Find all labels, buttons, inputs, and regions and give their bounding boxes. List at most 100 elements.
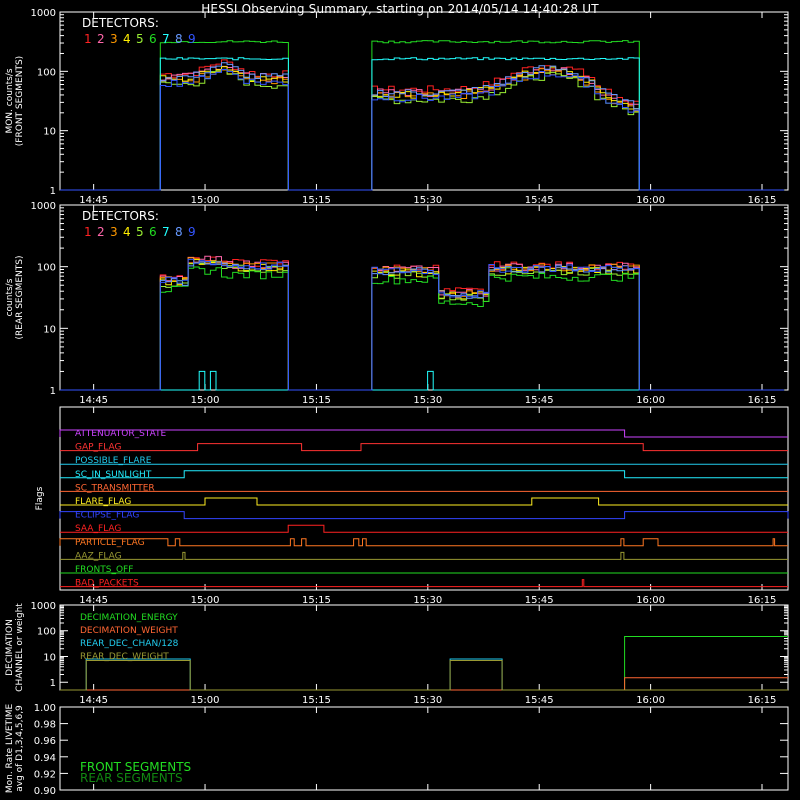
x-tick-label: 15:30	[413, 195, 442, 206]
x-tick-label: 14:45	[79, 595, 108, 606]
y-axis-label: avg of D1,3,4,5,6,9	[15, 705, 25, 792]
x-tick-label: 15:30	[413, 695, 442, 706]
series-line	[60, 59, 785, 191]
summary-chart: 14:45 15:00 15:15 15:30 15:45 16:00 16:15 MON. …	[5, 8, 789, 797]
legend-item: REAR SEGMENTS	[80, 771, 183, 785]
y-axis-label: Flags	[35, 486, 45, 510]
x-tick-label: 15:00	[191, 395, 220, 406]
flag-label: FLARE_FLAG	[75, 497, 131, 507]
flag-line	[59, 538, 788, 547]
flag-line	[60, 524, 788, 533]
legend-item: 3	[110, 225, 118, 239]
y-axis-label: Mon. Rate LIVETIME	[5, 704, 15, 794]
legend-title: DETECTORS:	[82, 16, 159, 30]
legend-item: 5	[136, 32, 144, 46]
flag-line	[60, 470, 788, 479]
y-tick-label: 0.94	[34, 753, 56, 764]
y-tick-label: 100	[37, 263, 56, 274]
flags-panel: 14:45 15:00 15:15 15:30 15:45 16:00 16:15 Flags…	[35, 406, 789, 606]
legend-item: 9	[188, 32, 196, 46]
x-tick-label: 14:45	[79, 195, 108, 206]
y-tick-label: 1	[50, 678, 56, 689]
flag-label: SAA_FLAG	[75, 524, 121, 534]
y-tick-label: 0.92	[34, 769, 56, 780]
x-tick-label: 16:00	[636, 395, 665, 406]
y-axis-label: (REAR SEGMENTS)	[15, 255, 25, 339]
y-tick-label: 1	[50, 186, 56, 197]
flag-label: POSSIBLE_FLARE	[75, 456, 152, 466]
flag-line	[60, 579, 788, 588]
flag-line	[60, 497, 788, 506]
y-axis-label: (FRONT SEGMENTS)	[15, 56, 25, 146]
flag-label: SC_IN_SUNLIGHT	[75, 470, 152, 480]
x-tick-label: 16:00	[636, 695, 665, 706]
flag-label: BAD_PACKETS	[75, 579, 139, 589]
legend-item: 7	[162, 225, 170, 239]
series-line	[60, 677, 788, 691]
flag-line	[59, 429, 788, 438]
series-line	[60, 658, 788, 691]
x-tick-label: 16:00	[636, 595, 665, 606]
x-tick-label: 15:00	[191, 595, 220, 606]
series-line	[60, 266, 785, 391]
flag-line	[60, 443, 788, 452]
x-tick-label: 14:45	[79, 695, 108, 706]
x-tick-label: 15:30	[413, 595, 442, 606]
flag-line	[59, 511, 789, 520]
y-tick-label: 0.96	[34, 736, 56, 747]
legend-item: REAR_DEC_CHAN/128	[80, 639, 179, 649]
legend-item: 6	[149, 225, 157, 239]
series-line	[60, 258, 785, 391]
x-tick-label: 15:45	[525, 595, 554, 606]
legend-title: DETECTORS:	[82, 209, 159, 223]
y-tick-label: 100	[37, 627, 56, 638]
x-tick-label: 16:15	[748, 395, 777, 406]
rear-panel: 14:45 15:00 15:15 15:30 15:45 16:00 16:15 count…	[5, 201, 789, 406]
flag-label: ECLIPSE_FLAG	[75, 511, 139, 521]
y-tick-label: 1	[50, 386, 56, 397]
flags-frame	[59, 406, 789, 591]
y-tick-label: 0.90	[34, 786, 56, 797]
series-line	[60, 62, 785, 191]
legend-item: 4	[123, 225, 131, 239]
legend-item: 2	[97, 225, 105, 239]
x-tick-label: 16:15	[748, 695, 777, 706]
y-tick-label: 1.00	[34, 703, 56, 714]
y-axis-label: CHANNEL or weight	[15, 603, 25, 692]
y-tick-label: 1000	[31, 601, 56, 612]
legend-item: 4	[123, 32, 131, 46]
legend-item: 8	[175, 32, 183, 46]
x-tick-label: 15:00	[191, 695, 220, 706]
y-tick-label: 1000	[31, 201, 56, 212]
x-tick-label: 16:00	[636, 195, 665, 206]
series-line	[60, 259, 785, 391]
y-tick-label: 10	[43, 324, 56, 335]
series-line	[60, 65, 785, 191]
y-tick-label: 100	[37, 67, 56, 78]
series-line	[60, 69, 785, 191]
legend-item: 9	[188, 225, 196, 239]
series-line	[60, 66, 785, 191]
x-tick-label: 15:15	[302, 395, 331, 406]
legend-item: 5	[136, 225, 144, 239]
legend-item: 1	[84, 32, 92, 46]
series-line	[60, 40, 785, 191]
y-tick-label: 10	[43, 127, 56, 138]
legend-item: 3	[110, 32, 118, 46]
y-tick-label: 10	[43, 652, 56, 663]
flag-line	[60, 551, 788, 560]
y-tick-label: 0.98	[34, 720, 56, 731]
x-tick-label: 15:45	[525, 195, 554, 206]
legend-item: 7	[162, 32, 170, 46]
flag-label: AAZ_FLAG	[75, 551, 122, 561]
x-tick-label: 16:15	[748, 195, 777, 206]
x-tick-label: 15:15	[302, 595, 331, 606]
legend-item: DECIMATION_ENERGY	[80, 613, 178, 623]
legend-item: 1	[84, 225, 92, 239]
x-tick-label: 15:45	[525, 395, 554, 406]
x-tick-label: 15:00	[191, 195, 220, 206]
series-line	[60, 660, 788, 691]
flag-label: GAP_FLAG	[75, 443, 121, 453]
legend-item: 6	[149, 32, 157, 46]
flag-label: SC_TRANSMITTER	[75, 483, 155, 493]
